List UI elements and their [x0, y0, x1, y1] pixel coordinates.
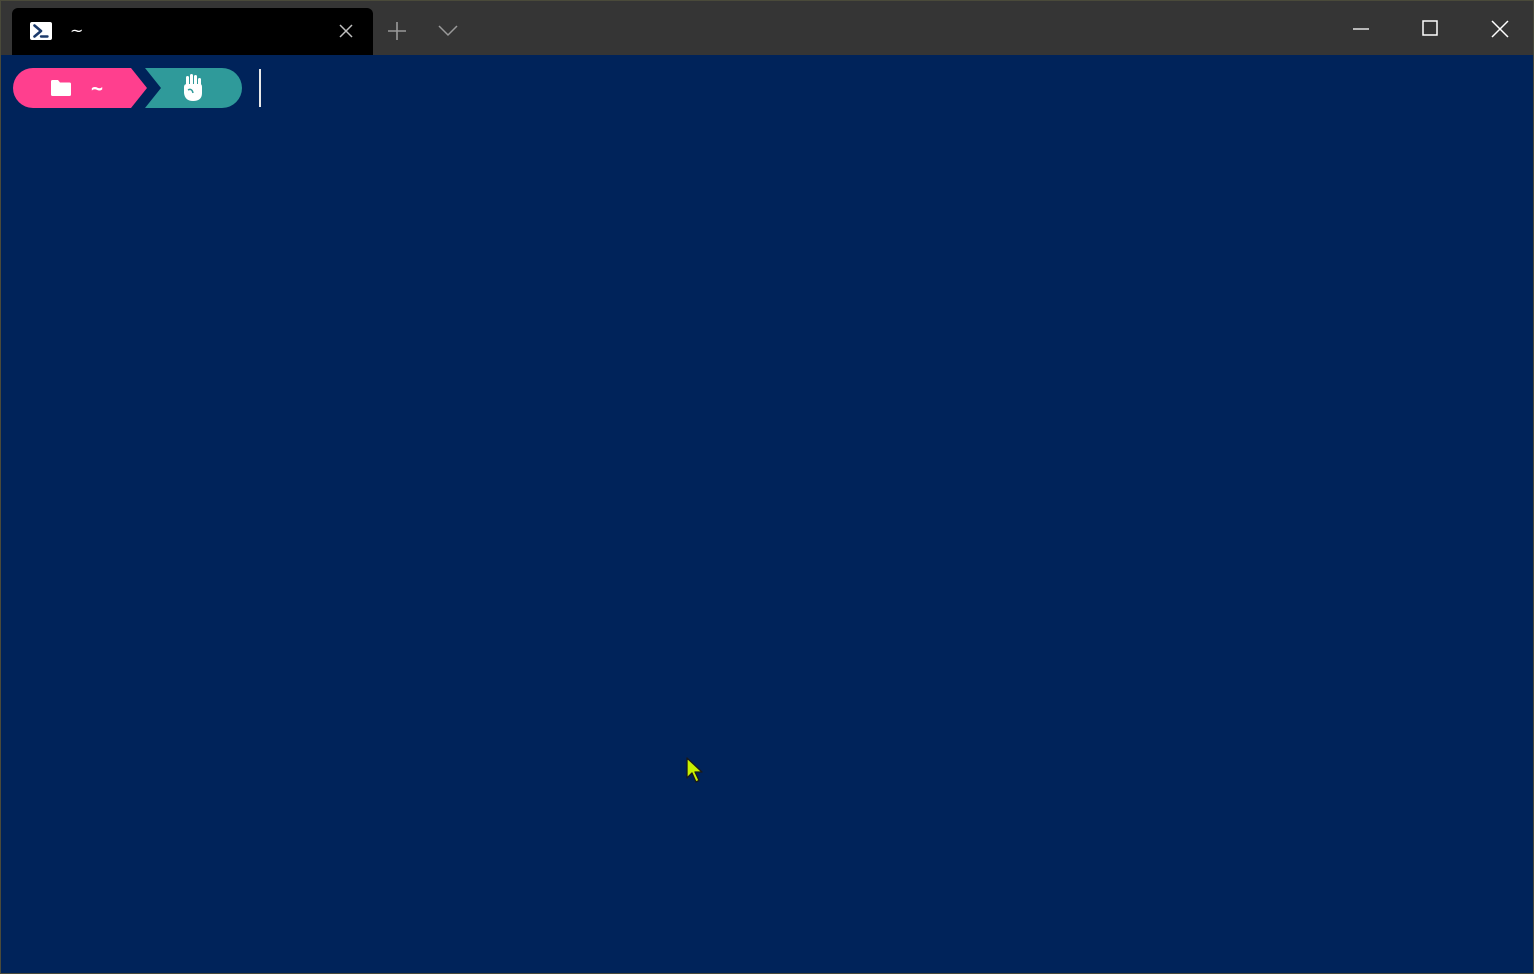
prompt-path: ~ — [91, 76, 104, 100]
hand-icon — [181, 74, 205, 106]
prompt-path-segment — [13, 68, 147, 108]
close-icon — [1491, 20, 1509, 38]
title-bar[interactable]: ~ — [1, 1, 1533, 55]
plus-icon[interactable] — [385, 19, 409, 43]
close-icon[interactable] — [338, 23, 354, 39]
close-window-button[interactable] — [1465, 1, 1533, 55]
tab-title: ~ — [70, 21, 84, 40]
folder-icon — [51, 80, 71, 100]
terminal-content[interactable]: ~ — [1, 55, 1533, 973]
terminal-window: ~ ~ — [0, 0, 1534, 974]
chevron-down-icon[interactable] — [437, 21, 459, 41]
minimize-icon — [1353, 28, 1369, 30]
maximize-icon — [1422, 20, 1438, 36]
text-cursor — [259, 69, 261, 107]
maximize-button[interactable] — [1396, 1, 1464, 55]
minimize-button[interactable] — [1327, 1, 1395, 55]
tab-home[interactable]: ~ — [12, 8, 373, 55]
powershell-icon — [30, 22, 52, 40]
